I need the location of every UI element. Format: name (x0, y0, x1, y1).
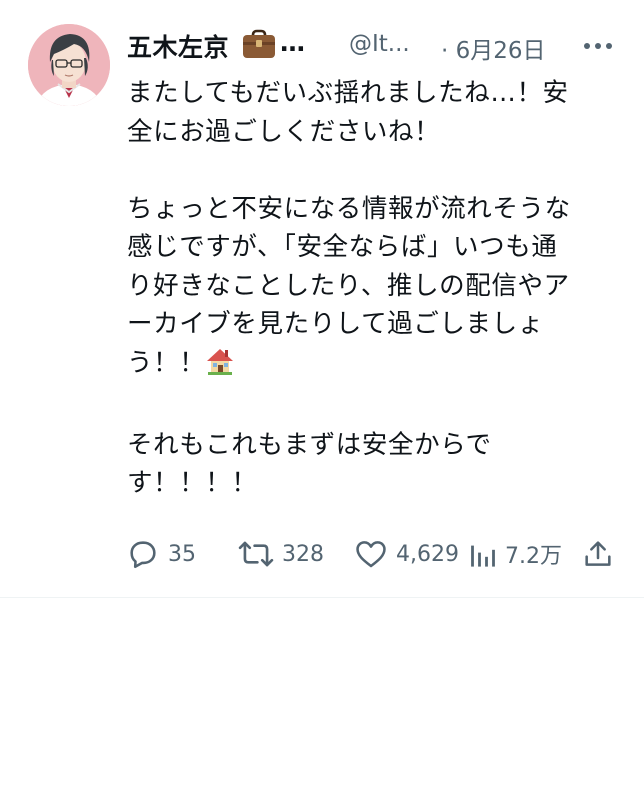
text-line: り好きなことしたり、推しの配信やア (127, 270, 570, 301)
briefcase-emoji (241, 28, 277, 64)
tweet-actions: 35 328 4,629 7.2万 (126, 534, 626, 574)
views-button[interactable]: 7.2万 (469, 534, 562, 574)
share-button[interactable] (582, 534, 614, 574)
text-line: ーカイブを見たりして過ごしましょ (127, 309, 544, 339)
repost-button[interactable]: 328 (238, 534, 324, 574)
repost-count: 328 (282, 541, 324, 567)
analytics-icon (471, 545, 495, 567)
tweet-date[interactable]: · 6月26日 (441, 31, 546, 65)
text-line: 全にお過ごしくださいね！ (127, 116, 441, 147)
house-emoji (205, 346, 235, 388)
tweet[interactable]: 五木左京 … @It... · 6月26日 またしてもだいぶ揺れましたね…！安 … (0, 0, 644, 598)
repost-icon (238, 541, 274, 567)
name-ellipsis: … (280, 28, 305, 57)
like-count: 4,629 (396, 541, 459, 567)
tweet-text: またしてもだいぶ揺れましたね…！安 全にお過ごしくださいね！ ちょっと不安になる… (127, 74, 617, 503)
more-horizontal-icon[interactable] (582, 34, 614, 58)
reply-count: 35 (168, 541, 196, 567)
text-line: それもこれもまずは安全からで (127, 429, 492, 460)
tweet-header: 五木左京 … @It... · 6月26日 (127, 26, 627, 66)
divider (0, 597, 644, 598)
view-count: 7.2万 (505, 544, 562, 569)
reply-icon (130, 541, 156, 569)
share-icon (585, 541, 611, 566)
text-line: 感じですが、「安全ならば」いつも通 (127, 232, 558, 262)
avatar[interactable] (28, 24, 110, 106)
text-line: う！！ (127, 347, 206, 378)
text-line: ちょっと不安になる情報が流れそうな (127, 193, 571, 224)
author-name[interactable]: 五木左京 (127, 28, 229, 64)
like-button[interactable]: 4,629 (354, 534, 459, 574)
avatar-illustration (28, 24, 110, 106)
heart-icon (356, 541, 386, 568)
text-line: またしてもだいぶ揺れましたね…！安 (127, 78, 569, 108)
author-handle[interactable]: @It... (349, 31, 410, 57)
text-line: す！！！！ (127, 468, 258, 498)
reply-button[interactable]: 35 (126, 534, 196, 574)
